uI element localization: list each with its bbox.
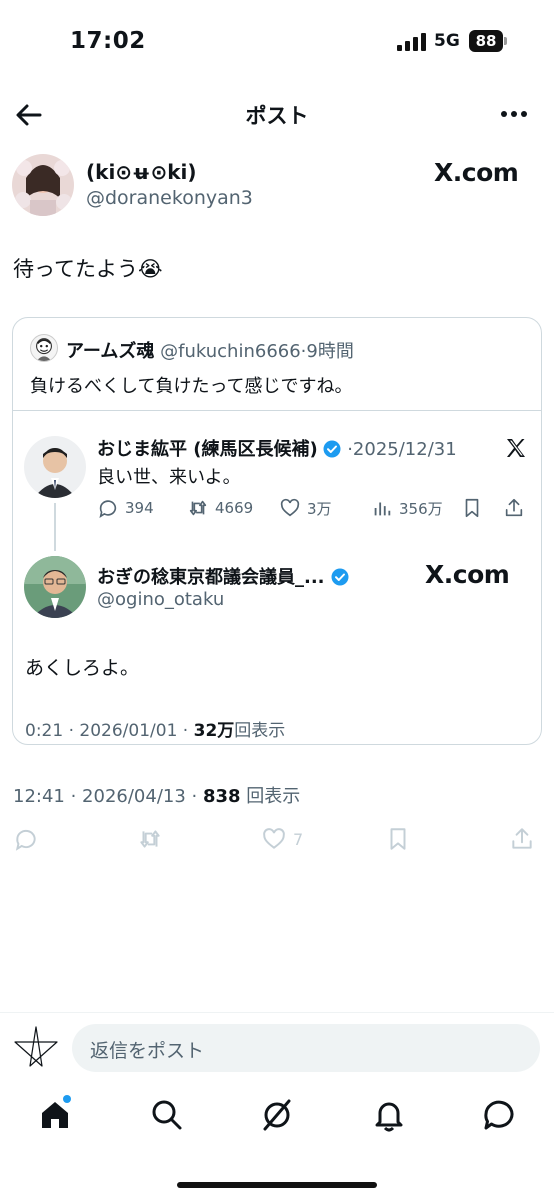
quote-header: アームズ魂 @fukuchin6666·9時間 <box>66 337 354 363</box>
embedded-header: おじま紘平 (練馬区長候補) ·2025/12/31 <box>97 435 457 461</box>
author-avatar[interactable] <box>12 154 74 216</box>
repost-count: 4669 <box>215 499 254 517</box>
notification-dot <box>63 1095 71 1103</box>
post-time: 12:41 <box>13 786 65 807</box>
repost-icon <box>189 500 207 516</box>
reply-meta: 0:21 · 2026/01/01 · 32万回表示 <box>25 721 286 741</box>
reply-count: 394 <box>125 499 154 517</box>
quote-text: 負けるべくして負けたって感じですね。 <box>30 376 353 397</box>
reply-action[interactable]: 394 <box>97 497 154 519</box>
repost-action[interactable]: 4669 <box>187 497 253 519</box>
verified-badge-icon <box>331 568 349 586</box>
grok-icon[interactable] <box>260 1098 294 1132</box>
reply-time: 0:21 <box>25 721 64 741</box>
embedded-text: 良い世、来いよ。 <box>97 467 241 488</box>
messages-icon[interactable] <box>482 1098 516 1132</box>
like-count: 3万 <box>307 499 332 518</box>
quote-author-name[interactable]: アームズ魂 <box>66 341 154 362</box>
share-icon <box>512 828 532 849</box>
like-action[interactable]: 3万 <box>279 497 332 519</box>
quote-author-avatar[interactable] <box>30 334 58 362</box>
reply-icon <box>99 500 117 518</box>
embedded-date: 2025/12/31 <box>352 439 457 460</box>
views-action[interactable]: 356万 <box>371 497 443 519</box>
reply-placeholder: 返信をポスト <box>90 1040 205 1062</box>
post-text: 待ってたよう😭 <box>13 257 163 281</box>
like-button[interactable]: 7 <box>261 826 303 852</box>
views-chart-icon <box>374 502 391 516</box>
author-name[interactable]: (ki⊙ʉ⊙ki) <box>86 160 197 184</box>
xcom-badge: X.com <box>425 560 510 589</box>
reply-button[interactable] <box>13 826 39 852</box>
reply-author-avatar[interactable] <box>24 556 86 618</box>
embedded-actions: 394 4669 3万 356万 <box>97 497 529 523</box>
x-logo-icon <box>507 439 525 457</box>
repost-icon <box>140 830 160 848</box>
battery-icon: 88 <box>469 30 503 52</box>
like-count: 7 <box>293 829 304 849</box>
post-meta: 12:41 · 2026/04/13 · 838 回表示 <box>13 786 301 807</box>
bookmark-button[interactable] <box>385 826 411 852</box>
post-date: 2026/04/13 <box>82 786 186 807</box>
bookmark-icon <box>390 828 406 850</box>
more-options-icon[interactable] <box>498 100 530 128</box>
home-indicator <box>177 1182 377 1188</box>
embedded-author-avatar[interactable] <box>24 436 86 498</box>
reply-text: あくしろよ。 <box>25 657 140 679</box>
reply-views-label: 回表示 <box>234 721 286 741</box>
reply-author-handle[interactable]: @ogino_otaku <box>97 589 224 610</box>
reply-icon <box>15 829 36 851</box>
post-actions: 7 <box>13 826 541 856</box>
heart-icon <box>280 498 300 517</box>
reply-author-name-row: おぎの稔東京都議会議員_... <box>97 563 349 589</box>
signal-icon <box>397 33 426 51</box>
post-views: 838 <box>202 786 241 807</box>
bookmark-action[interactable] <box>461 497 483 519</box>
embedded-author-name[interactable]: おじま紘平 (練馬区長候補) <box>97 439 318 460</box>
share-action[interactable] <box>503 497 525 519</box>
author-handle[interactable]: @doranekonyan3 <box>86 187 253 209</box>
bookmark-icon <box>465 498 479 518</box>
post-views-label: 回表示 <box>246 786 301 807</box>
share-button[interactable] <box>509 826 535 852</box>
home-icon[interactable] <box>38 1098 72 1132</box>
verified-badge-icon <box>323 440 341 458</box>
view-count: 356万 <box>399 499 443 518</box>
quote-age: 9時間 <box>306 341 354 362</box>
share-icon <box>505 498 523 517</box>
search-icon[interactable] <box>150 1098 184 1132</box>
xcom-badge: X.com <box>434 158 519 187</box>
thread-line <box>54 503 56 551</box>
divider <box>0 1012 554 1013</box>
reply-date: 2026/01/01 <box>79 721 178 741</box>
user-avatar-star-icon[interactable] <box>12 1024 60 1072</box>
reply-views: 32万 <box>193 721 235 741</box>
quote-author-handle[interactable]: @fukuchin6666 <box>160 341 301 362</box>
repost-button[interactable] <box>137 826 163 852</box>
status-time: 17:02 <box>70 28 146 54</box>
page-title: ポスト <box>245 104 309 128</box>
battery-cap <box>504 37 507 45</box>
heart-icon <box>263 828 285 849</box>
reply-author-name[interactable]: おぎの稔東京都議会議員_... <box>97 567 325 588</box>
notifications-icon[interactable] <box>372 1098 406 1132</box>
network-type: 5G <box>434 31 460 51</box>
divider <box>13 410 541 411</box>
